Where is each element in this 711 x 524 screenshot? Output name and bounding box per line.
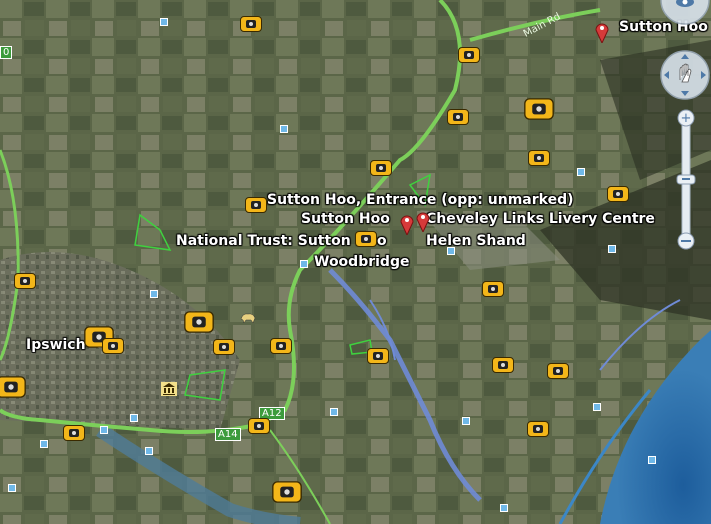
location-marker-icon[interactable] xyxy=(100,426,108,434)
location-marker-icon[interactable] xyxy=(130,414,138,422)
location-marker-icon[interactable] xyxy=(462,417,470,425)
place-label-cheveley-links[interactable]: Cheveley Links Livery Centre xyxy=(426,211,655,227)
photo-marker-icon[interactable] xyxy=(524,98,554,120)
photo-marker-icon[interactable] xyxy=(607,186,629,202)
zoom-in-icon[interactable]: + xyxy=(677,109,695,127)
photo-marker-icon[interactable] xyxy=(527,421,549,437)
animal-icon[interactable] xyxy=(239,311,257,325)
photo-marker-icon[interactable] xyxy=(240,16,262,32)
look-around-icon[interactable] xyxy=(660,0,710,25)
location-marker-icon[interactable] xyxy=(500,504,508,512)
photo-marker-icon[interactable] xyxy=(367,348,389,364)
location-marker-icon[interactable] xyxy=(330,408,338,416)
photo-marker-icon[interactable] xyxy=(482,281,504,297)
location-marker-icon[interactable] xyxy=(8,484,16,492)
photo-marker-icon[interactable] xyxy=(213,339,235,355)
svg-text:+: + xyxy=(681,111,692,126)
photo-marker-icon[interactable] xyxy=(458,47,480,63)
photo-marker-icon[interactable] xyxy=(272,481,302,503)
road-label-edge-marker: 0 xyxy=(0,46,13,59)
photo-marker-icon[interactable] xyxy=(14,273,36,289)
photo-marker-icon[interactable] xyxy=(528,150,550,166)
place-label-helen-shand[interactable]: Helen Shand xyxy=(426,233,526,249)
photo-marker-icon[interactable] xyxy=(270,338,292,354)
map-pin-icon[interactable] xyxy=(400,213,414,235)
location-marker-icon[interactable] xyxy=(150,290,158,298)
zoom-out-icon[interactable] xyxy=(677,232,695,250)
photo-marker-icon[interactable] xyxy=(355,231,377,247)
museum-icon[interactable] xyxy=(161,382,177,396)
location-marker-icon[interactable] xyxy=(160,18,168,26)
photo-marker-icon[interactable] xyxy=(547,363,569,379)
map-pin-icon[interactable] xyxy=(595,21,609,43)
location-marker-icon[interactable] xyxy=(300,260,308,268)
location-marker-icon[interactable] xyxy=(608,245,616,253)
photo-marker-icon[interactable] xyxy=(63,425,85,441)
location-marker-icon[interactable] xyxy=(593,403,601,411)
photo-marker-icon[interactable] xyxy=(447,109,469,125)
location-marker-icon[interactable] xyxy=(145,447,153,455)
photo-marker-icon[interactable] xyxy=(0,376,26,398)
photo-marker-icon[interactable] xyxy=(248,418,270,434)
photo-marker-icon[interactable] xyxy=(370,160,392,176)
location-marker-icon[interactable] xyxy=(577,168,585,176)
photo-marker-icon[interactable] xyxy=(184,311,214,333)
map-pin-icon[interactable] xyxy=(416,210,430,232)
location-marker-icon[interactable] xyxy=(648,456,656,464)
photo-marker-icon[interactable] xyxy=(102,338,124,354)
location-marker-icon[interactable] xyxy=(280,125,288,133)
photo-marker-icon[interactable] xyxy=(492,357,514,373)
place-label-ipswich[interactable]: Ipswich xyxy=(26,337,86,353)
place-label-sutton-hoo[interactable]: Sutton Hoo xyxy=(301,211,390,227)
location-marker-icon[interactable] xyxy=(40,440,48,448)
navigation-controls[interactable]: + xyxy=(660,0,711,260)
photo-marker-icon[interactable] xyxy=(245,197,267,213)
place-label-sutton-hoo-entrance[interactable]: Sutton Hoo, Entrance (opp: unmarked) xyxy=(267,192,574,208)
place-label-woodbridge[interactable]: Woodbridge xyxy=(314,254,409,270)
road-label-a14: A14 xyxy=(215,428,241,441)
location-marker-icon[interactable] xyxy=(447,247,455,255)
pan-hand-icon[interactable] xyxy=(660,50,710,100)
